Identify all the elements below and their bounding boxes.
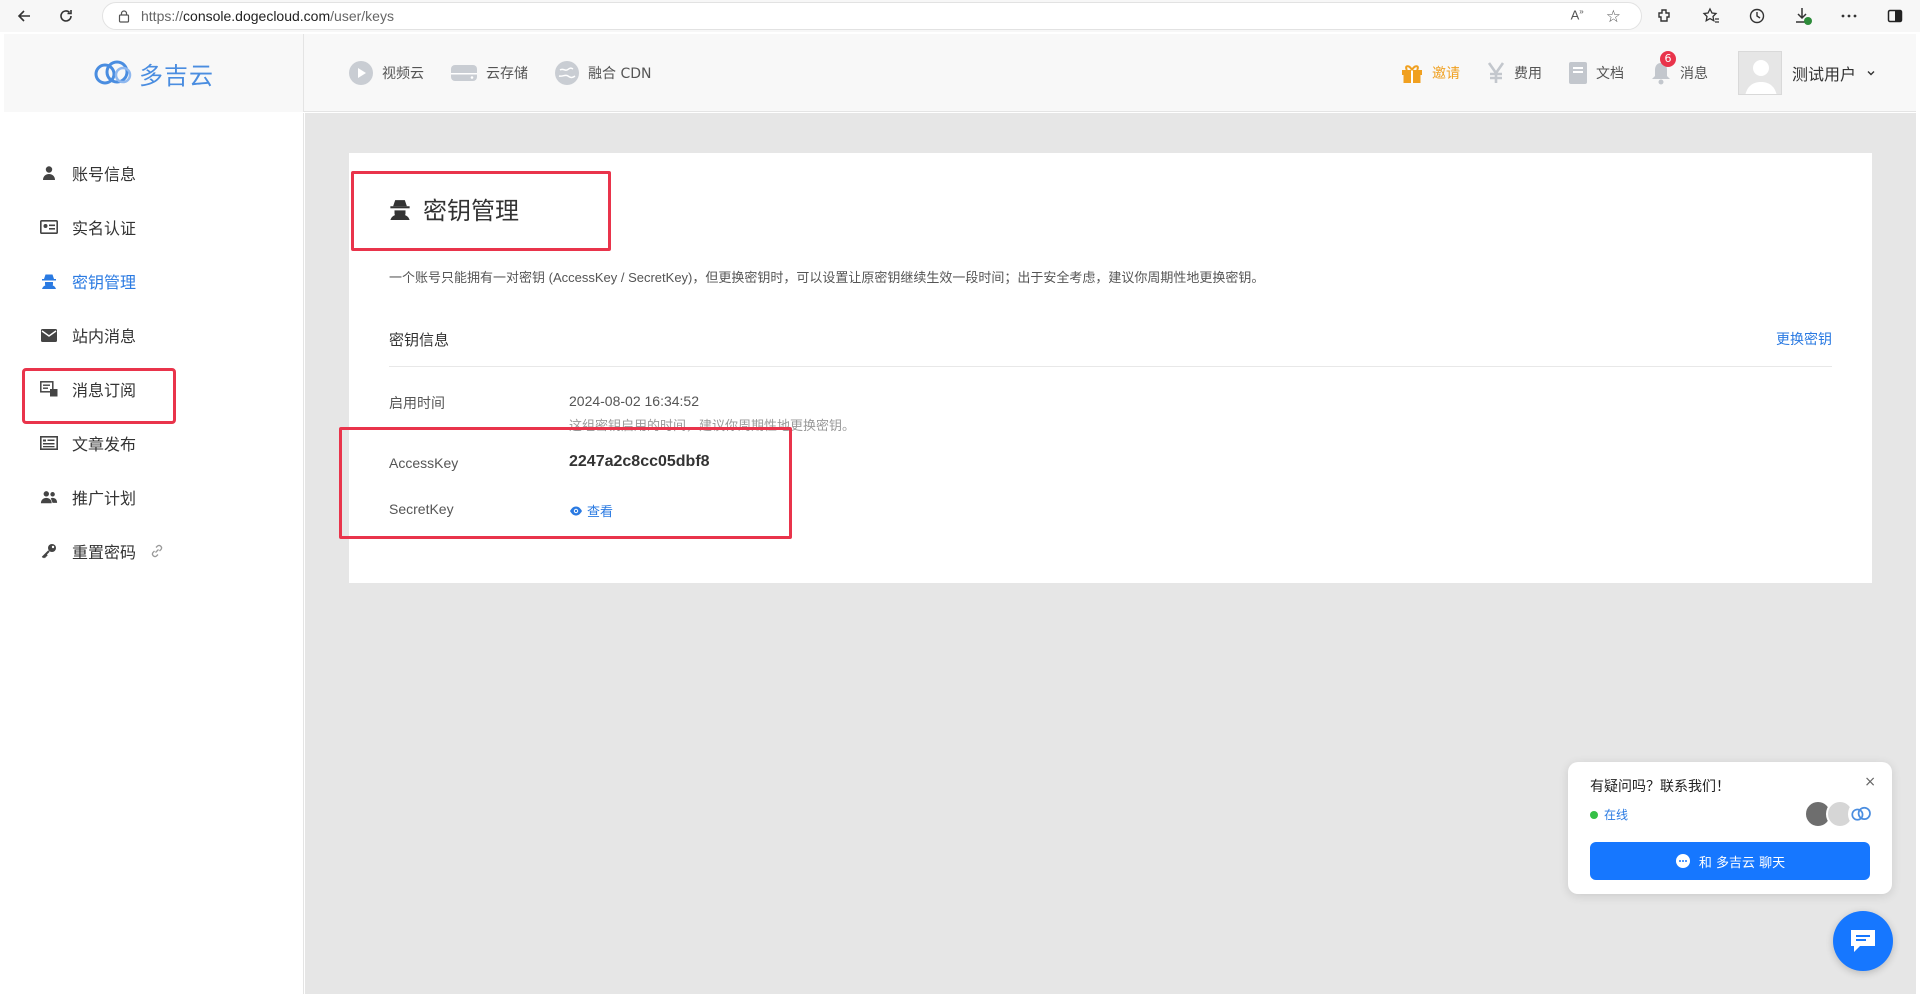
change-key-link[interactable]: 更换密钥 bbox=[1776, 329, 1832, 349]
docs-label: 文档 bbox=[1595, 66, 1624, 82]
storage-icon bbox=[451, 65, 477, 81]
title-highlight-box bbox=[351, 171, 611, 251]
keys-highlight-box bbox=[339, 427, 792, 539]
sidebar-item-reset-password[interactable]: 重置密码 bbox=[40, 537, 164, 565]
app-header: 多吉云 视频云 云存储 融合 CDN 邀请 费用 文档 6 消息 测试用户 bbox=[4, 34, 1916, 112]
sidebar-item-messages[interactable]: 站内消息 bbox=[40, 321, 136, 349]
sidebar-highlight-box bbox=[22, 368, 176, 424]
enabled-time-value: 2024-08-02 16:34:52 bbox=[569, 393, 699, 409]
nav-label: 融合 CDN bbox=[588, 66, 652, 82]
user-name: 测试用户 bbox=[1791, 65, 1856, 84]
extensions-icon[interactable] bbox=[1654, 5, 1676, 27]
refresh-icon bbox=[60, 10, 72, 22]
sidebar: 账号信息 实名认证 密钥管理 站内消息 消息订阅 文章发布 推广计划 重置密码 bbox=[4, 113, 304, 994]
chat-question: 有疑问吗？联系我们！ bbox=[1590, 779, 1730, 795]
chat-status: 在线 bbox=[1590, 806, 1628, 823]
sidebar-item-label: 账号信息 bbox=[72, 165, 137, 184]
chat-bubble-icon bbox=[1675, 854, 1690, 868]
sidebar-item-label: 实名认证 bbox=[72, 219, 137, 238]
section-header: 密钥信息 更换密钥 bbox=[389, 329, 1832, 367]
external-link-icon bbox=[151, 544, 163, 558]
sidebar-item-label: 推广计划 bbox=[72, 489, 137, 508]
key-icon bbox=[40, 542, 58, 560]
more-icon[interactable] bbox=[1838, 5, 1860, 27]
chevron-down-icon bbox=[1867, 71, 1875, 76]
nav-label: 云存储 bbox=[486, 66, 528, 82]
sidebar-item-label: 重置密码 bbox=[72, 543, 137, 562]
right-nav: 邀请 费用 文档 6 消息 测试用户 bbox=[1400, 34, 1876, 112]
chat-agent-avatars bbox=[1804, 800, 1876, 828]
nav-cloud-storage[interactable]: 云存储 bbox=[450, 62, 528, 84]
user-icon bbox=[40, 164, 58, 182]
address-bar[interactable]: https://console.dogecloud.com/user/keys … bbox=[102, 2, 1642, 30]
sidebar-item-keys[interactable]: 密钥管理 bbox=[40, 267, 136, 295]
nav-docs[interactable]: 文档 bbox=[1568, 61, 1624, 85]
downloads-icon[interactable] bbox=[1792, 5, 1814, 27]
url-protocol: https:// bbox=[141, 8, 184, 24]
sidebar-item-account[interactable]: 账号信息 bbox=[40, 159, 136, 187]
refresh-button[interactable] bbox=[52, 2, 80, 30]
nav-label: 视频云 bbox=[382, 66, 424, 82]
globe-icon bbox=[555, 61, 579, 85]
gift-icon bbox=[1401, 65, 1422, 83]
sidebar-item-promotion[interactable]: 推广计划 bbox=[40, 483, 136, 511]
sidebar-item-label: 密钥管理 bbox=[72, 273, 137, 292]
book-icon bbox=[1568, 62, 1587, 84]
chat-popup: 有疑问吗？联系我们！ × 在线 和 多吉云 聊天 bbox=[1568, 762, 1892, 894]
arrow-left-icon bbox=[17, 10, 30, 22]
logo-text: 多吉云 bbox=[139, 61, 214, 90]
nav-messages[interactable]: 6 消息 bbox=[1650, 51, 1708, 85]
user-menu[interactable]: 测试用户 bbox=[1737, 51, 1876, 95]
nav-video-cloud[interactable]: 视频云 bbox=[348, 60, 424, 86]
chat-close-button[interactable]: × bbox=[1864, 774, 1876, 790]
nav-billing[interactable]: 费用 bbox=[1486, 61, 1542, 85]
top-nav: 视频云 云存储 融合 CDN bbox=[348, 34, 651, 112]
history-icon[interactable] bbox=[1746, 5, 1768, 27]
url-path: /user/keys bbox=[330, 8, 394, 24]
users-icon bbox=[40, 488, 58, 506]
back-button[interactable] bbox=[10, 2, 38, 30]
favorites-icon[interactable] bbox=[1700, 5, 1722, 27]
dogecloud-logo-icon bbox=[94, 60, 132, 85]
read-aloud-icon[interactable]: A» bbox=[1571, 7, 1584, 27]
sidebar-item-label: 站内消息 bbox=[72, 327, 137, 346]
enabled-time-label: 启用时间 bbox=[389, 395, 445, 411]
billing-label: 费用 bbox=[1513, 66, 1542, 82]
favorite-star-icon[interactable]: ☆ bbox=[1606, 7, 1621, 27]
keys-card: 密钥管理 一个账号只能拥有一对密钥 (AccessKey / SecretKey… bbox=[339, 153, 1872, 583]
article-icon bbox=[40, 434, 58, 452]
messages-badge: 6 bbox=[1659, 51, 1676, 67]
play-icon bbox=[349, 61, 373, 85]
invite-label: 邀请 bbox=[1431, 66, 1460, 82]
nav-fusion-cdn[interactable]: 融合 CDN bbox=[554, 60, 651, 86]
start-chat-button[interactable]: 和 多吉云 聊天 bbox=[1590, 842, 1870, 880]
nav-invite[interactable]: 邀请 bbox=[1400, 62, 1460, 84]
sidebar-item-label: 文章发布 bbox=[72, 435, 137, 454]
page-description: 一个账号只能拥有一对密钥 (AccessKey / SecretKey)，但更换… bbox=[389, 270, 1265, 285]
id-card-icon bbox=[40, 218, 58, 236]
messages-label: 消息 bbox=[1679, 66, 1708, 82]
sidebar-toggle-icon[interactable] bbox=[1884, 5, 1906, 27]
avatar bbox=[1737, 51, 1782, 95]
chat-launcher-button[interactable] bbox=[1833, 911, 1893, 971]
dogecloud-logo-icon bbox=[1848, 800, 1876, 828]
sidebar-item-articles[interactable]: 文章发布 bbox=[40, 429, 136, 457]
section-title: 密钥信息 bbox=[389, 331, 450, 349]
online-dot-icon bbox=[1590, 810, 1598, 819]
chat-icon bbox=[1851, 930, 1875, 952]
url-host: console.dogecloud.com bbox=[183, 8, 331, 24]
browser-toolbar: https://console.dogecloud.com/user/keys … bbox=[0, 0, 1920, 32]
logo[interactable]: 多吉云 bbox=[4, 34, 304, 112]
spy-icon bbox=[40, 272, 58, 290]
yen-icon bbox=[1487, 62, 1505, 83]
lock-icon bbox=[118, 10, 130, 23]
chat-button-label: 和 多吉云 聊天 bbox=[1698, 855, 1786, 871]
sidebar-item-verification[interactable]: 实名认证 bbox=[40, 213, 136, 241]
chat-status-text: 在线 bbox=[1604, 808, 1629, 822]
envelope-icon bbox=[40, 326, 58, 344]
